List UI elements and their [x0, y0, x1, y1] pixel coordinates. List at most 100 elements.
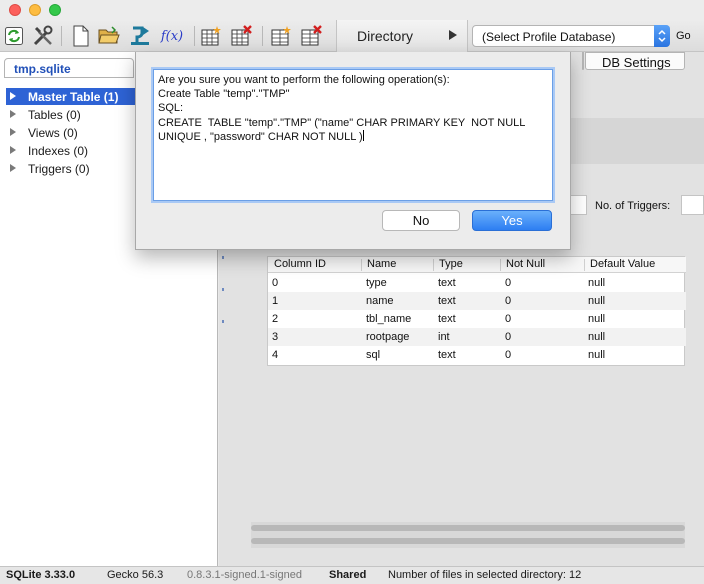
table-cell: 0 — [505, 349, 512, 361]
functions-button[interactable]: f(x) — [158, 24, 186, 48]
table-add-icon — [201, 26, 221, 46]
refresh-icon — [5, 27, 23, 45]
table-cell: 4 — [272, 349, 279, 361]
column-header[interactable]: Not Null — [506, 258, 545, 270]
reconnect-button[interactable] — [2, 24, 26, 48]
table-cell: null — [588, 277, 606, 289]
splitter-grip — [222, 256, 224, 259]
gecko-version: Gecko 56.3 — [107, 569, 164, 581]
table-cell: 0 — [505, 295, 512, 307]
column-divider[interactable] — [361, 259, 362, 271]
function-fx-icon: f(x) — [160, 28, 184, 44]
disclosure-triangle-icon[interactable] — [10, 164, 16, 172]
tree-item-label: Tables (0) — [28, 108, 81, 122]
table-cell: null — [588, 331, 606, 343]
tab-db-settings-label: DB Settings — [602, 55, 671, 70]
horizontal-scrollbar[interactable] — [251, 538, 685, 544]
dialog-text-line: Are you sure you want to perform the fol… — [158, 74, 450, 86]
tree-item-label: Master Table (1) — [28, 90, 119, 104]
sqlite-version: SQLite 3.33.0 — [6, 569, 76, 581]
yes-button[interactable]: Yes — [472, 210, 552, 231]
splitter-grip — [222, 288, 224, 291]
table-cell: 2 — [272, 313, 279, 325]
confirm-operation-dialog: Are you sure you want to perform the fol… — [135, 52, 571, 250]
directory-button[interactable]: Directory — [336, 20, 468, 52]
column-header[interactable]: Type — [439, 258, 463, 270]
main-toolbar: f(x) Directory (Select Profile Database)… — [0, 20, 704, 52]
minimize-window-button[interactable] — [29, 4, 41, 16]
drop-table-button[interactable] — [229, 24, 253, 48]
tab-db-settings[interactable]: DB Settings — [585, 52, 685, 70]
tools-button[interactable] — [31, 24, 55, 48]
disclosure-triangle-icon[interactable] — [10, 128, 16, 136]
text-caret — [362, 129, 364, 141]
table-cell: name — [366, 295, 394, 307]
table-cell: 0 — [505, 331, 512, 343]
directory-label: Directory — [357, 28, 414, 44]
table-cell: 1 — [272, 295, 279, 307]
table-row[interactable]: 2 tbl_name text 0 null — [268, 310, 686, 328]
horizontal-scroll-area — [251, 522, 685, 548]
table-cell: text — [438, 349, 456, 361]
column-divider[interactable] — [500, 259, 501, 271]
columns-table: Column ID Name Type Not Null Default Val… — [267, 256, 686, 366]
disclosure-triangle-icon[interactable] — [10, 110, 16, 118]
create-index-button[interactable] — [269, 24, 293, 48]
column-header[interactable]: Column ID — [274, 258, 326, 270]
horizontal-scrollbar[interactable] — [251, 525, 685, 531]
table-cell: null — [588, 295, 606, 307]
new-database-button[interactable] — [69, 24, 93, 48]
table-row[interactable]: 0 type text 0 null — [268, 274, 686, 292]
folder-open-icon — [98, 26, 120, 44]
column-header[interactable]: Name — [367, 258, 396, 270]
tree-item-label: Triggers (0) — [28, 162, 90, 176]
tools-icon — [33, 25, 53, 46]
profile-select-value: (Select Profile Database) — [482, 30, 616, 44]
column-header[interactable]: Default Value — [590, 258, 655, 270]
table-row[interactable]: 3 rootpage int 0 null — [268, 328, 686, 346]
column-divider[interactable] — [433, 259, 434, 271]
column-divider[interactable] — [584, 259, 585, 271]
window-titlebar — [0, 0, 704, 20]
index-delete-icon — [301, 25, 322, 46]
toolbar-separator — [262, 26, 263, 46]
tab-hidden — [582, 52, 584, 70]
toolbar-separator — [194, 26, 195, 46]
dialog-text-line: CREATE TABLE "temp"."TMP" ("name" CHAR P… — [158, 116, 526, 129]
no-button[interactable]: No — [382, 210, 460, 231]
operation-details-textarea[interactable]: Are you sure you want to perform the fol… — [153, 69, 553, 201]
database-tab-label: tmp.sqlite — [14, 62, 71, 76]
index-add-icon — [271, 26, 291, 46]
attach-database-button[interactable] — [128, 24, 152, 48]
tree-item-label: Views (0) — [28, 126, 78, 140]
create-table-button[interactable] — [199, 24, 223, 48]
table-cell: int — [438, 331, 450, 343]
table-cell: rootpage — [366, 331, 410, 343]
shared-status: Shared — [329, 569, 367, 581]
table-cell: text — [438, 295, 456, 307]
zoom-window-button[interactable] — [49, 4, 61, 16]
table-cell: tbl_name — [366, 313, 412, 325]
table-row[interactable]: 1 name text 0 null — [268, 292, 686, 310]
disclosure-triangle-icon[interactable] — [10, 146, 16, 154]
splitter-grip — [222, 320, 224, 323]
table-cell: 3 — [272, 331, 279, 343]
build-version: 0.8.3.1-signed.1-signed — [187, 569, 302, 581]
table-cell: 0 — [272, 277, 279, 289]
no-of-triggers-label: No. of Triggers: — [595, 200, 671, 212]
table-cell: 0 — [505, 277, 512, 289]
database-tab[interactable]: tmp.sqlite — [4, 58, 134, 78]
table-cell: null — [588, 313, 606, 325]
open-database-button[interactable] — [97, 24, 121, 48]
table-cell: text — [438, 277, 456, 289]
profile-database-select[interactable]: (Select Profile Database) — [472, 25, 670, 47]
table-cell: type — [366, 277, 387, 289]
go-button[interactable]: Go — [676, 30, 691, 42]
table-delete-icon — [231, 25, 252, 46]
table-row[interactable]: 4 sql text 0 null — [268, 346, 686, 364]
dialog-text-line: Create Table "temp"."TMP" — [158, 88, 290, 101]
disclosure-triangle-icon[interactable] — [10, 92, 16, 100]
drop-index-button[interactable] — [299, 24, 323, 48]
close-window-button[interactable] — [9, 4, 21, 16]
dialog-text-line: UNIQUE , "password" CHAR NOT NULL ) — [158, 130, 363, 143]
